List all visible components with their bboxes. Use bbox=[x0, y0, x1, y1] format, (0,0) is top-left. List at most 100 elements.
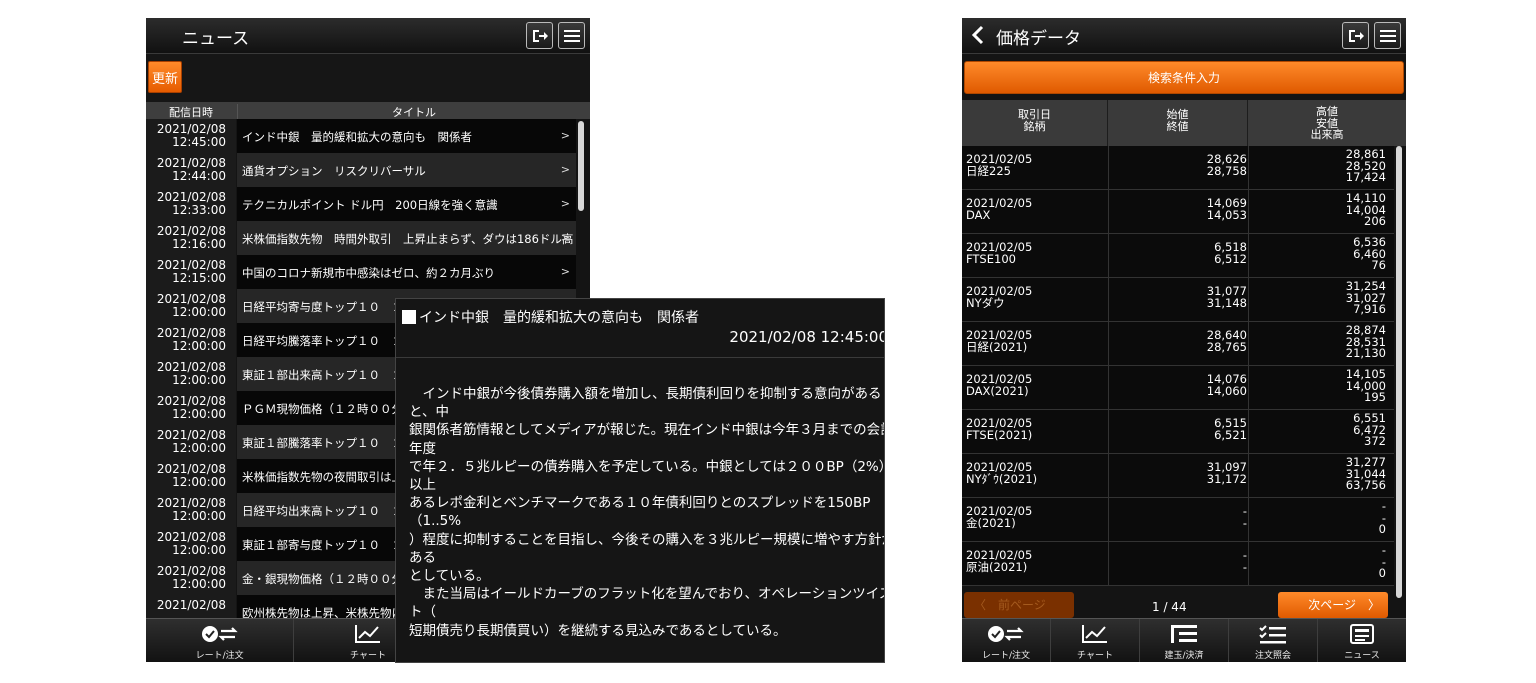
price-row[interactable]: 2021/02/05 日経(2021) 28,640 28,765 28,874 28,5… bbox=[962, 322, 1394, 366]
news-row-datetime: 2021/02/08 12:00:00 bbox=[146, 323, 236, 357]
price-scrollbar[interactable] bbox=[1396, 146, 1402, 598]
back-chevron-icon[interactable] bbox=[970, 25, 986, 45]
news-detail-popup: インド中銀 量的緩和拡大の意向も 関係者 2021/02/08 12:45:00… bbox=[395, 298, 885, 663]
price-row-date-name: 2021/02/05 日経(2021) bbox=[966, 329, 1032, 354]
detail-body-line: あるレポ金利とベンチマークである１０年債利回りとのスプレッドを150BP bbox=[409, 495, 871, 512]
price-row-date-name: 2021/02/05 DAX bbox=[966, 197, 1032, 221]
price-row-close: 31,148 bbox=[1206, 295, 1247, 310]
price-row-high-low-volume: 6,536 6,460 76 bbox=[1248, 234, 1388, 278]
news-titlebar: ニュース bbox=[146, 18, 590, 54]
price-row-date-name: 2021/02/05 金(2021) bbox=[966, 505, 1032, 530]
detail-title: インド中銀 量的緩和拡大の意向も 関係者 bbox=[402, 307, 699, 327]
price-row[interactable]: 2021/02/05 日経225 28,626 28,758 28,861 28,520 1… bbox=[962, 146, 1394, 190]
col-open-close: 始値 終値 bbox=[1108, 100, 1248, 146]
news-row-datetime: 2021/02/08 12:15:00 bbox=[146, 255, 236, 289]
news-row-time: 12:33:00 bbox=[172, 203, 226, 217]
news-row-datetime: 2021/02/08 12:33:00 bbox=[146, 187, 236, 221]
tab-news[interactable]: ニュース bbox=[1318, 619, 1406, 662]
news-row[interactable]: 2021/02/08 12:45:00 インド中銀 量的緩和拡大の意向も 関係者 > bbox=[146, 119, 576, 153]
logout-button[interactable] bbox=[526, 22, 553, 49]
page-count: 1 / 44 bbox=[1152, 600, 1187, 614]
news-row[interactable]: 2021/02/08 12:33:00 テクニカルポイント ドル円 200日線を強く… bbox=[146, 187, 576, 221]
news-row[interactable]: 2021/02/08 12:16:00 米株価指数先物 時間外取引 上昇止まらず、ダ… bbox=[146, 221, 576, 255]
next-page-button[interactable]: 次ページ 〉 bbox=[1278, 592, 1388, 618]
price-row-open-close: 6,515 6,521 bbox=[1108, 410, 1249, 454]
price-panel: 価格データ 検索条件入力 取引日 銘柄 始値 終値 高値 安値 出来高 2021… bbox=[962, 18, 1406, 662]
news-row-time: 12:00:00 bbox=[172, 373, 226, 387]
price-row-volume: 76 bbox=[1371, 258, 1386, 272]
tab-rate-order[interactable]: レート/注文 bbox=[146, 619, 295, 662]
detail-title-text: インド中銀 量的緩和拡大の意向も 関係者 bbox=[419, 310, 699, 326]
price-row-high-low-volume: 31,254 31,027 7,916 bbox=[1248, 278, 1388, 322]
price-row[interactable]: 2021/02/05 原油(2021) - - - -0 bbox=[962, 542, 1394, 586]
tab-position[interactable]: 建玉/決済 bbox=[1140, 619, 1229, 662]
prev-page-button[interactable]: 〈 前ページ bbox=[964, 592, 1074, 618]
news-row-headline: テクニカルポイント ドル円 200日線を強く意識 bbox=[237, 187, 576, 221]
col-date-label: 取引日 bbox=[1018, 108, 1051, 121]
price-row[interactable]: 2021/02/05 FTSE100 6,518 6,512 6,536 6,460 76 bbox=[962, 234, 1394, 278]
price-row[interactable]: 2021/02/05 NYダウ 31,077 31,148 31,254 31,027 7,… bbox=[962, 278, 1394, 322]
price-row-open: - bbox=[1242, 504, 1247, 518]
price-row-volume: 206 bbox=[1364, 214, 1386, 228]
tab-label: 建玉/決済 bbox=[1164, 651, 1204, 661]
news-row[interactable]: 2021/02/08 12:44:00 通貨オプション リスクリバーサル > bbox=[146, 153, 576, 187]
news-row-time: 12:00:00 bbox=[172, 475, 226, 489]
tab-chart[interactable]: チャート bbox=[1051, 619, 1140, 662]
price-row-name: FTSE100 bbox=[966, 251, 1016, 266]
detail-body-line: また当局はイールドカーブのフラット化を望んでおり、オペレーションツイス bbox=[409, 586, 885, 603]
tab-label: 注文照会 bbox=[1254, 651, 1291, 661]
news-row-time: 12:15:00 bbox=[172, 271, 226, 285]
price-row[interactable]: 2021/02/05 DAX 14,069 14,053 14,110 14,004 206 bbox=[962, 190, 1394, 234]
news-row-time: 12:16:00 bbox=[172, 237, 226, 251]
price-row-name: FTSE(2021) bbox=[966, 427, 1033, 442]
chevron-right-icon: > bbox=[560, 129, 570, 142]
refresh-button[interactable]: 更新 bbox=[148, 61, 182, 93]
price-row[interactable]: 2021/02/05 金(2021) - - - -0 bbox=[962, 498, 1394, 542]
news-scrollbar[interactable] bbox=[578, 121, 584, 211]
price-row[interactable]: 2021/02/05 DAX(2021) 14,076 14,060 14,105 14,… bbox=[962, 366, 1394, 410]
price-row-close: 14,053 bbox=[1206, 207, 1247, 222]
logout-icon bbox=[532, 29, 548, 42]
detail-body-line: と、中 bbox=[409, 404, 449, 421]
price-row-open-close: 6,518 6,512 bbox=[1108, 234, 1249, 278]
tab-rate-order[interactable]: レート/注文 bbox=[962, 619, 1051, 662]
menu-button[interactable] bbox=[1374, 22, 1401, 49]
price-row-name: 金(2021) bbox=[966, 515, 1016, 530]
news-table-header: 配信日時 タイトル bbox=[146, 102, 590, 120]
detail-body-line: で年２．５兆ルピーの債券購入を予定している。中銀としては２００BP（2%） bbox=[409, 458, 885, 475]
news-row-headline: インド中銀 量的緩和拡大の意向も 関係者 bbox=[237, 119, 576, 153]
news-row-datetime: 2021/02/08 12:00:00 bbox=[146, 357, 236, 391]
tab-order-inquiry[interactable]: 注文照会 bbox=[1229, 619, 1318, 662]
price-row[interactable]: 2021/02/05 FTSE(2021) 6,515 6,521 6,551 6,472… bbox=[962, 410, 1394, 454]
price-title: 価格データ bbox=[996, 29, 1081, 49]
menu-button[interactable] bbox=[558, 22, 585, 49]
news-row[interactable]: 2021/02/08 12:15:00 中国のコロナ新規市中感染はゼロ、約２カ月ぶり… bbox=[146, 255, 576, 289]
price-row-open-close: 28,640 28,765 bbox=[1108, 322, 1249, 366]
price-row-close: - bbox=[1242, 559, 1247, 574]
news-row-headline: 中国のコロナ新規市中感染はゼロ、約２カ月ぶり bbox=[237, 255, 576, 289]
price-row-date-name: 2021/02/05 FTSE100 bbox=[966, 241, 1032, 266]
logout-button[interactable] bbox=[1342, 22, 1369, 49]
price-row-close: 28,758 bbox=[1206, 163, 1247, 178]
price-row-low: - bbox=[1381, 554, 1386, 569]
col-open-label: 始値 bbox=[1166, 108, 1189, 121]
chevron-right-icon: > bbox=[560, 265, 570, 278]
news-row-time: 12:45:00 bbox=[172, 135, 226, 149]
price-row-open-close: 31,077 31,148 bbox=[1108, 278, 1249, 322]
price-row-date-name: 2021/02/05 原油(2021) bbox=[966, 549, 1032, 573]
news-row-time: 12:00:00 bbox=[172, 543, 226, 557]
price-titlebar: 価格データ bbox=[962, 18, 1406, 54]
price-row-open-close: 14,076 14,060 bbox=[1108, 366, 1249, 410]
col-close-label: 終値 bbox=[1166, 119, 1189, 133]
price-row-open-close: 14,069 14,053 bbox=[1108, 190, 1249, 234]
search-conditions-button[interactable]: 検索条件入力 bbox=[964, 61, 1404, 94]
price-row[interactable]: 2021/02/05 NYﾀﾞｳ(2021) 31,097 31,172 31,277 3… bbox=[962, 454, 1394, 498]
price-row-close: 6,512 bbox=[1214, 251, 1247, 266]
detail-body-line: 銀関係者筋情報としてメディアが報じた。現在インド中銀は今年３月までの会計 bbox=[409, 422, 885, 439]
price-row-volume: 0 bbox=[1378, 566, 1386, 580]
price-row-high-low-volume: --0 bbox=[1248, 498, 1388, 542]
detail-body-line: 以上 bbox=[409, 477, 436, 494]
price-row-name: 日経(2021) bbox=[966, 339, 1028, 354]
price-row-close: 14,060 bbox=[1206, 383, 1247, 398]
price-row-close: 28,765 bbox=[1206, 339, 1247, 354]
